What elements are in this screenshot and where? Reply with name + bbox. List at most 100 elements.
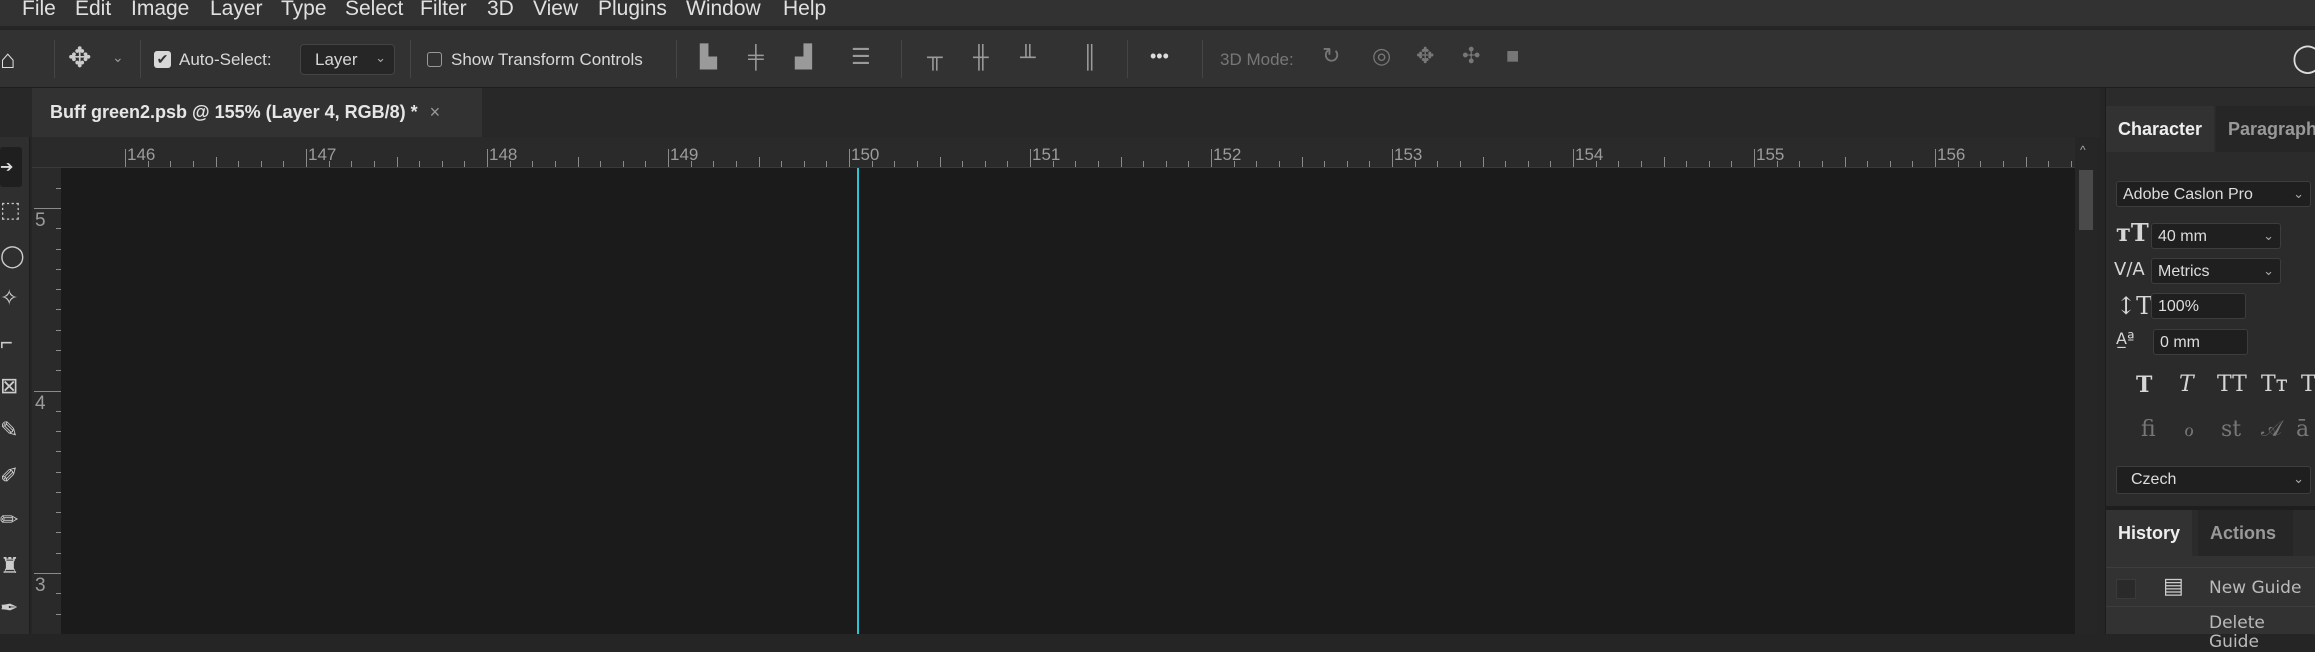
tab-paragraph[interactable]: Paragraph <box>2216 106 2315 152</box>
distribute-v-icon[interactable]: ║ <box>1082 46 1098 68</box>
ruler-tick <box>713 161 715 167</box>
vertical-ruler[interactable]: 5 4 3 <box>32 168 61 634</box>
3d-orbit-icon[interactable]: ↻ <box>1322 45 1340 67</box>
chevron-down-icon: ⌄ <box>2293 471 2304 486</box>
menu-select[interactable]: Select <box>345 0 403 21</box>
horizontal-ruler[interactable]: 146 147 148 149 150 151 152 153 154 155 156 <box>32 137 2075 168</box>
ruler-label: 153 <box>1394 145 1423 164</box>
quick-select-tool-icon[interactable]: ✧ <box>0 287 18 309</box>
ruler-tick <box>554 161 556 167</box>
ruler-label: 147 <box>308 145 337 164</box>
faux-bold-button[interactable]: T <box>2136 373 2152 397</box>
document-tab[interactable]: Buff green2.psb @ 155% (Layer 4, RGB/8) … <box>32 88 482 137</box>
menu-file[interactable]: File <box>22 0 56 21</box>
tab-actions[interactable]: Actions <box>2198 510 2293 556</box>
menu-type[interactable]: Type <box>281 0 327 21</box>
history-item[interactable]: ▤ New Guide <box>2106 569 2315 607</box>
ruler-tick <box>1957 161 1959 167</box>
menu-window[interactable]: Window <box>686 0 761 21</box>
frame-tool-icon[interactable]: ⊠ <box>0 375 18 397</box>
eyedropper-tool-icon[interactable]: ✎ <box>0 419 18 441</box>
align-bottom-icon[interactable]: ╨ <box>1020 46 1036 68</box>
tab-history[interactable]: History <box>2106 510 2193 556</box>
show-transform-checkbox[interactable] <box>427 52 442 67</box>
history-list: ▤ New Guide Delete Guide <box>2106 556 2315 652</box>
auto-select-checkbox[interactable]: ✔ <box>154 51 171 68</box>
healing-tool-icon[interactable]: ✐ <box>0 465 18 487</box>
baseline-shift-value: 0 mm <box>2160 334 2200 351</box>
faux-italic-button[interactable]: T <box>2179 372 2194 397</box>
distribute-icon[interactable]: ☰ <box>851 46 871 68</box>
history-item-label: Delete Guide <box>2209 613 2265 652</box>
guide-line[interactable] <box>857 168 859 634</box>
vertical-scale-field[interactable]: 100% <box>2151 293 2246 319</box>
menu-plugins[interactable]: Plugins <box>598 0 667 21</box>
font-family-select[interactable]: Adobe Caslon Pro ⌄ <box>2116 181 2311 207</box>
discretionary-ligatures-button[interactable]: st <box>2221 417 2241 442</box>
history-item[interactable] <box>2106 556 2315 568</box>
align-middle-v-icon[interactable]: ╫ <box>973 46 989 68</box>
ruler-tick <box>1369 161 1371 167</box>
baseline-shift-field[interactable]: 0 mm <box>2153 329 2248 355</box>
ruler-tick <box>260 161 262 167</box>
user-account-icon[interactable]: ◯ <box>2292 44 2315 72</box>
menu-3d[interactable]: 3D <box>487 0 514 21</box>
kerning-select[interactable]: Metrics ⌄ <box>2151 258 2281 284</box>
close-tab-icon[interactable]: × <box>430 102 441 122</box>
ruler-tick <box>1776 161 1778 167</box>
home-icon[interactable]: ⌂ <box>0 46 16 72</box>
marquee-tool-icon[interactable]: ⬚ <box>0 199 21 221</box>
scrollbar-thumb[interactable] <box>2079 170 2093 230</box>
crop-tool-icon[interactable]: ⌐ <box>0 332 13 354</box>
small-caps-button[interactable]: Tт <box>2261 372 2288 397</box>
ruler-tick <box>1821 161 1823 167</box>
language-select[interactable]: Czech ⌄ <box>2116 466 2311 494</box>
ligatures-button[interactable]: ﬁ <box>2141 417 2156 442</box>
tab-character[interactable]: Character <box>2106 106 2215 152</box>
menu-image[interactable]: Image <box>131 0 189 21</box>
align-right-icon[interactable]: ▟ <box>795 46 812 68</box>
ruler-tick <box>1256 161 1258 167</box>
3d-pan-icon[interactable]: ✥ <box>1416 45 1434 67</box>
menu-view[interactable]: View <box>533 0 578 21</box>
3d-camera-icon[interactable]: ■ <box>1506 45 1519 67</box>
swash-button[interactable]: 𝒜 <box>2261 417 2282 442</box>
move-tool-button[interactable]: ➔ <box>0 147 22 187</box>
superscript-button[interactable]: T <box>2301 372 2315 397</box>
history-item[interactable]: Delete Guide <box>2106 608 2315 652</box>
canvas[interactable] <box>61 168 2075 634</box>
ruler-tick <box>532 161 534 167</box>
align-center-h-icon[interactable]: ╪ <box>748 46 764 68</box>
brush-tool-icon[interactable]: ✏ <box>0 509 18 531</box>
font-size-icon: ᴛT <box>2116 218 2149 247</box>
snapshot-checkbox[interactable] <box>2116 579 2136 599</box>
menu-edit[interactable]: Edit <box>75 0 111 21</box>
ruler-tick <box>984 161 986 167</box>
align-top-icon[interactable]: ╥ <box>927 46 943 68</box>
lasso-tool-icon[interactable]: ◯ <box>0 245 25 267</box>
menu-filter[interactable]: Filter <box>420 0 467 21</box>
align-left-icon[interactable]: ▙ <box>700 46 717 68</box>
history-brush-tool-icon[interactable]: ✒ <box>0 597 18 619</box>
scroll-up-icon[interactable]: ^ <box>2080 143 2086 157</box>
ruler-tick <box>1052 161 1054 167</box>
menu-help[interactable]: Help <box>783 0 826 21</box>
titling-button[interactable]: ā <box>2296 417 2309 442</box>
ruler-tick <box>1097 161 1099 167</box>
old-style-button[interactable]: ℴ <box>2184 417 2194 442</box>
stamp-tool-icon[interactable]: ♜ <box>0 555 20 577</box>
chevron-down-icon[interactable]: ⌄ <box>112 50 124 64</box>
ruler-tick <box>1120 157 1122 167</box>
ruler-label: 152 <box>1213 145 1242 164</box>
font-size-field[interactable]: 40 mm ⌄ <box>2151 223 2281 249</box>
ruler-tick <box>1437 161 1439 167</box>
move-tool-icon[interactable]: ✥ <box>68 44 91 72</box>
more-options-button[interactable]: ••• <box>1150 46 1169 67</box>
ruler-tick <box>622 161 624 167</box>
layer-select-dropdown[interactable]: Layer ⌄ <box>300 44 395 75</box>
3d-roll-icon[interactable]: ◎ <box>1372 45 1391 67</box>
3d-slide-icon[interactable]: ✣ <box>1462 45 1480 67</box>
3d-mode-label: 3D Mode: <box>1220 50 1294 69</box>
menu-layer[interactable]: Layer <box>210 0 263 21</box>
all-caps-button[interactable]: TT <box>2217 372 2247 397</box>
